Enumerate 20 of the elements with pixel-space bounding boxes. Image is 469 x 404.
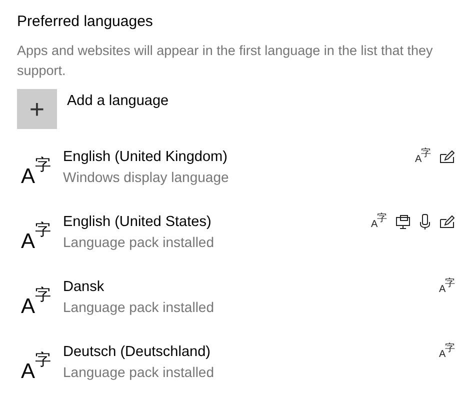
section-heading: Preferred languages <box>17 12 154 32</box>
language-name[interactable]: English (United States) <box>63 212 371 232</box>
language-name[interactable]: Deutsch (Deutschland) <box>63 342 439 362</box>
microphone-icon <box>419 214 431 230</box>
language-status: Language pack installed <box>63 233 216 252</box>
language-status: Language pack installed <box>63 298 216 317</box>
language-status: Language pack installed <box>63 363 216 382</box>
pen-icon <box>439 215 455 229</box>
typing-icon: A字 <box>439 344 455 360</box>
language-status: Windows display language <box>63 168 230 187</box>
language-name[interactable]: Dansk <box>63 277 439 297</box>
description-text: Apps and websites will appear in the first language in the list that they support. <box>17 42 434 80</box>
typing-icon: A字 <box>439 279 455 295</box>
typing-icon: A字 <box>371 214 387 230</box>
monitor-icon <box>395 214 411 230</box>
add-language-button[interactable]: + <box>17 89 57 129</box>
add-language-label[interactable]: Add a language <box>67 91 169 113</box>
pen-icon <box>439 150 455 164</box>
language-name[interactable]: English (United Kingdom) <box>63 147 415 167</box>
typing-icon: A字 <box>415 149 431 165</box>
